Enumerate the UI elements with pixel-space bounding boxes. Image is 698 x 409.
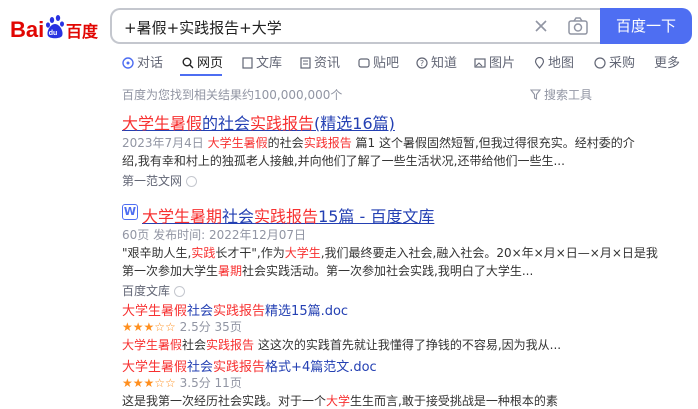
- clear-icon[interactable]: [532, 17, 550, 35]
- question-icon: ?: [416, 57, 428, 69]
- tieba-icon: [358, 58, 370, 68]
- tab-zhidao[interactable]: ? 知道: [416, 52, 457, 71]
- svg-text:du: du: [49, 30, 58, 37]
- tab-chat[interactable]: 对话: [122, 52, 163, 71]
- camera-icon[interactable]: [567, 16, 589, 36]
- svg-text:?: ?: [420, 59, 424, 68]
- tab-tieba[interactable]: 贴吧: [358, 52, 399, 71]
- rating: ★★★☆☆ 2.5分 35页: [122, 320, 242, 334]
- search-button[interactable]: 百度一下: [600, 8, 692, 44]
- result-meta: 60页 发布时间: 2022年12月07日: [122, 228, 307, 242]
- image-icon: [474, 58, 486, 68]
- svg-text:Bai: Bai: [10, 17, 44, 42]
- sub-result-snippet: 这是我第一次经历社会实践。对于一个大学生生而言,敢于接受挑战是一种根本的素: [122, 394, 558, 408]
- tab-more[interactable]: 更多: [654, 52, 680, 71]
- rating: ★★★☆☆ 3.5分 11页: [122, 376, 242, 390]
- chat-icon: [122, 57, 134, 69]
- result-count: 百度为您找到相关结果约100,000,000个: [122, 88, 343, 102]
- result-snippet: "艰辛助人生,实践长才干",作为大学生,我们最终要走入社会,融入社会。20×年×…: [122, 246, 658, 260]
- info-icon: [174, 286, 186, 297]
- filter-icon: [529, 89, 542, 100]
- search-tabs: 对话 网页 文库 资讯 贴吧 ? 知道 图片 地图 采购 更多: [122, 52, 692, 76]
- result-title[interactable]: 大学生暑期社会实践报告15篇 - 百度文库: [142, 203, 434, 227]
- header: Bai du 百度 +暑假+实践报告+大学 百度一下: [0, 0, 698, 56]
- search-box[interactable]: +暑假+实践报告+大学: [110, 8, 600, 44]
- active-tab-indicator: [180, 74, 222, 76]
- result-source[interactable]: 百度文库: [122, 282, 186, 299]
- procurement-icon: [594, 57, 606, 69]
- result-snippet: 绍,我有幸和村上的独孤老人接触,并向他们了解了一些生活状况,还带给他们一些生..…: [122, 154, 565, 168]
- result-title[interactable]: 大学生暑假的社会实践报告(精选16篇): [122, 110, 395, 134]
- wenku-icon: W: [122, 204, 138, 220]
- result-source[interactable]: 第一范文网: [122, 172, 198, 189]
- result-snippet: 第一次参加大学生暑期社会实践活动。第一次参加社会实践,我明白了大学生...: [122, 264, 534, 278]
- tab-map[interactable]: 地图: [534, 52, 574, 71]
- news-icon: [300, 57, 311, 69]
- info-icon: [186, 176, 198, 187]
- sub-result-title[interactable]: 大学生暑假社会实践报告精选15篇.doc: [122, 300, 348, 319]
- tab-images[interactable]: 图片: [474, 52, 515, 71]
- svg-text:百度: 百度: [66, 22, 99, 41]
- star-icon: ★★: [122, 320, 144, 334]
- search-tools-button[interactable]: 搜索工具: [529, 86, 592, 103]
- sub-result-title[interactable]: 大学生暑假社会实践报告格式+4篇范文.doc: [122, 356, 377, 375]
- tab-procurement[interactable]: 采购: [594, 52, 635, 71]
- document-icon: [242, 57, 253, 69]
- result-snippet: 2023年7月4日 大学生暑假的社会实践报告 篇1 这个暑假固然短暂,但我过得很…: [122, 136, 635, 150]
- tab-web[interactable]: 网页: [182, 52, 223, 71]
- tab-news[interactable]: 资讯: [300, 52, 340, 71]
- sub-result-snippet: 大学生暑假社会实践报告 这这次的实践首先就让我懂得了挣钱的不容易,因为我从...: [122, 338, 562, 352]
- search-icon: [182, 57, 194, 69]
- tab-wenku[interactable]: 文库: [242, 52, 282, 71]
- star-empty-icon: ☆☆: [154, 376, 176, 390]
- map-pin-icon: [534, 56, 545, 69]
- star-half-icon: ★: [143, 320, 155, 334]
- search-input[interactable]: +暑假+实践报告+大学: [124, 17, 282, 38]
- star-empty-icon: ☆☆: [154, 320, 176, 334]
- star-icon: ★★★: [122, 376, 155, 390]
- baidu-logo[interactable]: Bai du 百度: [10, 10, 100, 44]
